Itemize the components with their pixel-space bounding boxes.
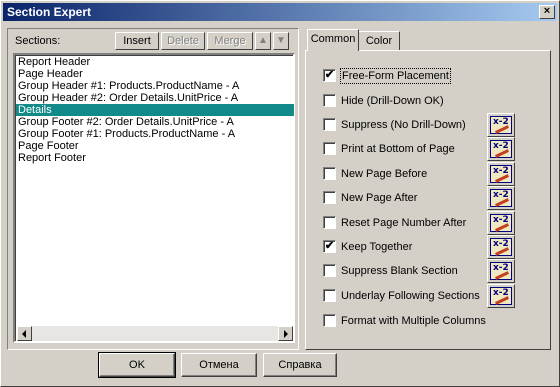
formula-icon: x-2 (490, 214, 512, 232)
option-checkbox[interactable] (323, 94, 336, 107)
formula-button[interactable]: x-2 (487, 113, 515, 137)
formula-button[interactable]: x-2 (487, 211, 515, 235)
option-checkbox[interactable] (323, 216, 336, 229)
list-item[interactable]: Group Header #2: Order Details.UnitPrice… (18, 92, 238, 104)
arrow-up-icon[interactable]: ▲ (255, 32, 271, 50)
option-label[interactable]: Reset Page Number After (341, 216, 466, 230)
insert-button[interactable]: Insert (115, 32, 159, 50)
option-checkbox[interactable] (323, 142, 336, 155)
option-checkbox[interactable]: ✔ (323, 240, 336, 253)
option-label[interactable]: Print at Bottom of Page (341, 142, 455, 156)
close-icon[interactable]: × (539, 5, 555, 19)
option-label[interactable]: Suppress (No Drill-Down) (341, 118, 466, 132)
option-checkbox[interactable] (323, 167, 336, 180)
delete-button-label: Delete (167, 35, 199, 47)
option-checkbox[interactable] (323, 314, 336, 327)
title-bar[interactable]: Section Expert × (3, 3, 557, 21)
section-expert-dialog: Section Expert × Sections: Insert Delete… (0, 0, 560, 387)
delete-button[interactable]: Delete (161, 32, 205, 50)
option-label[interactable]: Format with Multiple Columns (341, 314, 486, 328)
formula-icon: x-2 (490, 140, 512, 158)
cancel-button-label: Отмена (199, 359, 239, 371)
scroll-left-button[interactable] (17, 326, 32, 341)
formula-button[interactable]: x-2 (487, 259, 515, 283)
option-label[interactable]: New Page Before (341, 167, 427, 181)
formula-icon: x-2 (490, 116, 512, 134)
option-label[interactable]: New Page After (341, 191, 417, 205)
ok-button[interactable]: OK (98, 352, 176, 378)
horizontal-scrollbar[interactable] (17, 326, 293, 341)
merge-button-label: Merge (214, 35, 246, 47)
arrow-down-icon[interactable]: ▼ (273, 32, 289, 50)
window-title: Section Expert (7, 5, 92, 19)
option-label[interactable]: Suppress Blank Section (341, 264, 458, 278)
cancel-button[interactable]: Отмена (181, 353, 257, 377)
formula-icon: x-2 (490, 165, 512, 183)
formula-icon: x-2 (490, 262, 512, 280)
option-checkbox[interactable] (323, 289, 336, 302)
ok-button-label: OK (129, 359, 145, 371)
option-label[interactable]: Keep Together (341, 240, 412, 254)
formula-icon: x-2 (490, 287, 512, 305)
list-item[interactable]: Group Footer #2: Order Details.UnitPrice… (18, 116, 234, 128)
insert-button-label: Insert (123, 35, 151, 47)
tab-common-label: Common (310, 33, 356, 45)
tab-color-label: Color (365, 35, 393, 47)
option-checkbox[interactable] (323, 191, 336, 204)
formula-icon: x-2 (490, 189, 512, 207)
list-item[interactable]: Details (16, 104, 294, 116)
list-item[interactable]: Group Footer #1: Products.ProductName - … (18, 128, 235, 140)
option-checkbox[interactable] (323, 118, 336, 131)
option-label[interactable]: Free-Form Placement (340, 68, 451, 84)
sections-label: Sections: (15, 35, 61, 47)
list-item[interactable]: Page Footer (18, 140, 79, 152)
option-label[interactable]: Hide (Drill-Down OK) (341, 94, 444, 108)
option-checkbox[interactable]: ✔ (323, 69, 336, 82)
list-item[interactable]: Report Footer (18, 152, 86, 164)
help-button-label: Справка (278, 359, 322, 371)
formula-button[interactable]: x-2 (487, 235, 515, 259)
formula-icon: x-2 (490, 238, 512, 256)
list-item[interactable]: Page Header (18, 68, 83, 80)
scroll-right-icon (284, 330, 288, 338)
merge-button[interactable]: Merge (207, 32, 253, 50)
option-label[interactable]: Underlay Following Sections (341, 289, 480, 303)
scroll-right-button[interactable] (278, 326, 293, 341)
scroll-left-icon (22, 330, 26, 338)
formula-button[interactable]: x-2 (487, 162, 515, 186)
formula-button[interactable]: x-2 (487, 137, 515, 161)
list-item[interactable]: Report Header (18, 56, 90, 68)
sections-list[interactable]: Report Header Page Header Group Header #1:… (13, 53, 295, 343)
tab-color[interactable]: Color (358, 31, 400, 51)
formula-button[interactable]: x-2 (487, 186, 515, 210)
help-button[interactable]: Справка (263, 353, 337, 377)
formula-button[interactable]: x-2 (487, 284, 515, 308)
list-item[interactable]: Group Header #1: Products.ProductName - … (18, 80, 239, 92)
tab-common[interactable]: Common (307, 29, 359, 51)
option-checkbox[interactable] (323, 264, 336, 277)
